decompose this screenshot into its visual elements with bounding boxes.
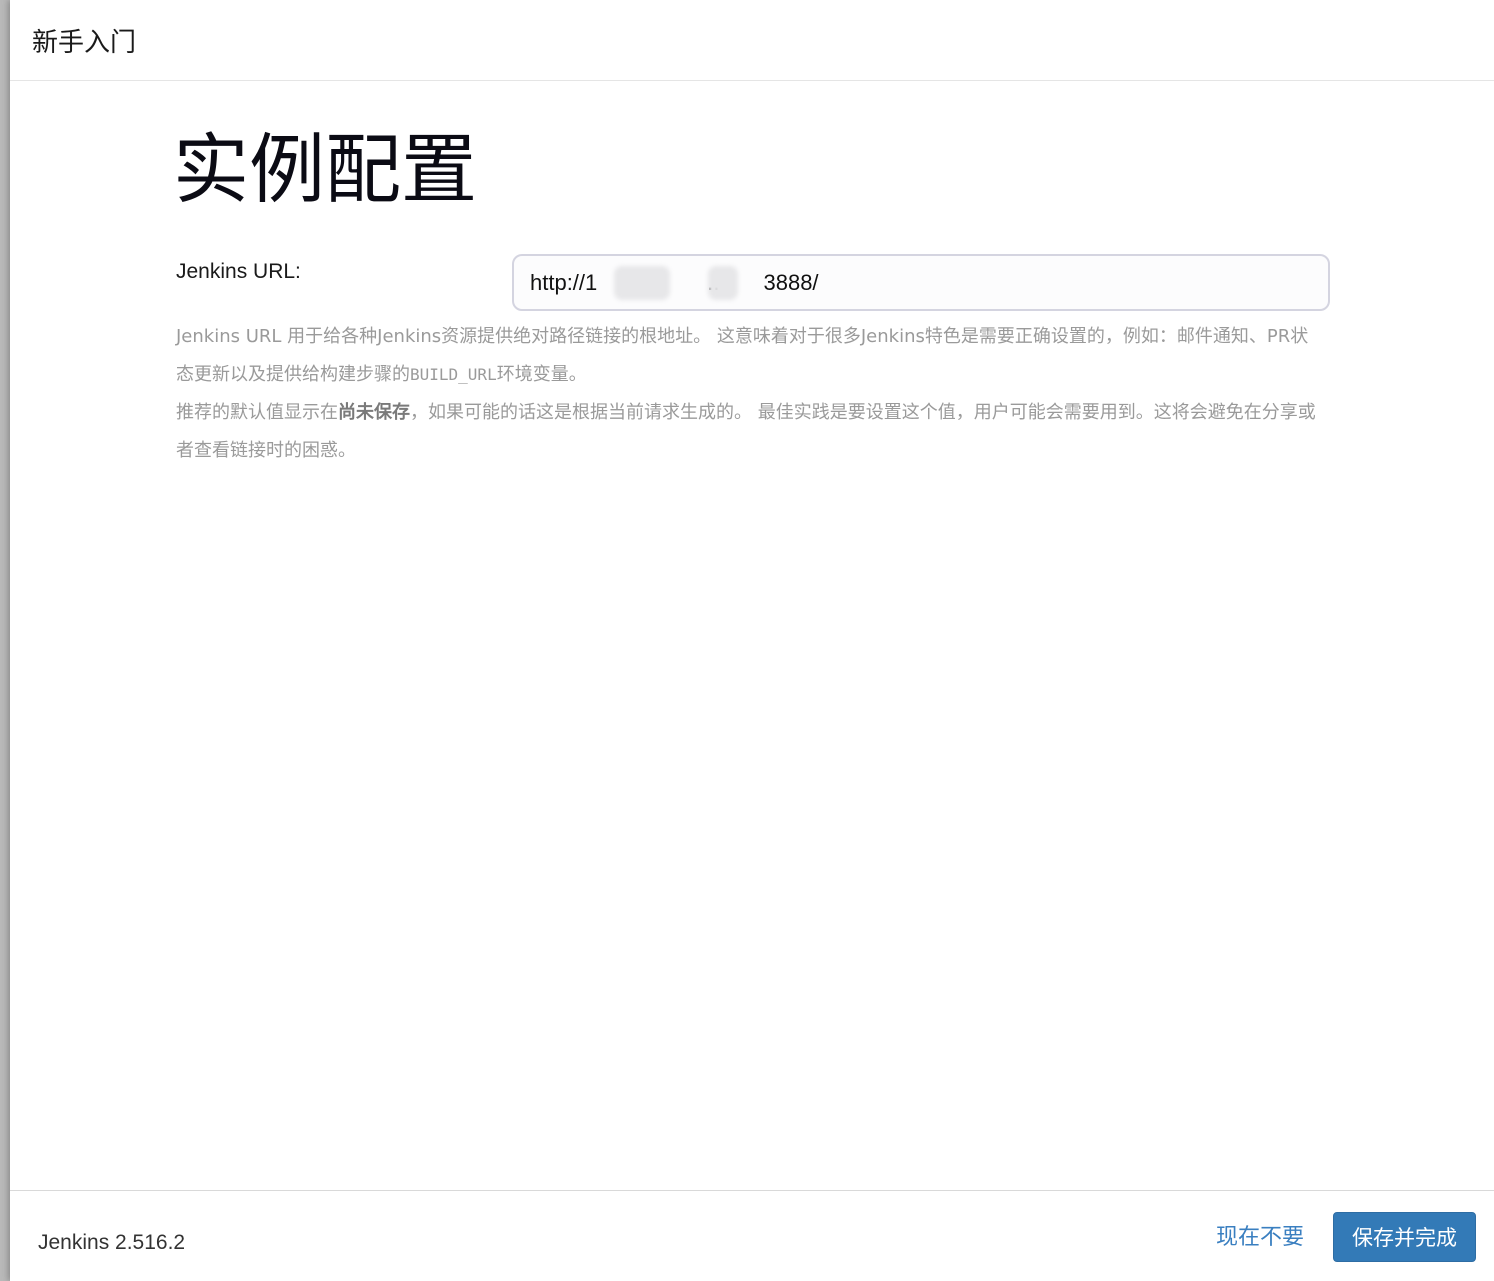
- setup-wizard-dialog: 新手入门 实例配置 Jenkins URL: Jenkins URL 用于给各种…: [10, 0, 1494, 1281]
- help-text: 推荐的默认值显示在: [176, 402, 338, 423]
- dialog-title: 新手入门: [32, 28, 137, 58]
- build-url-code: BUILD_URL: [410, 365, 497, 384]
- redaction-mask: [708, 266, 738, 300]
- jenkins-version: Jenkins 2.516.2: [38, 1231, 186, 1254]
- jenkins-url-help: Jenkins URL 用于给各种Jenkins资源提供绝对路径链接的根地址。 …: [176, 318, 1326, 470]
- page-title: 实例配置: [173, 125, 477, 214]
- not-now-link[interactable]: 现在不要: [1216, 1223, 1304, 1253]
- not-saved-emphasis: 尚未保存: [338, 402, 410, 423]
- dialog-header: 新手入门: [10, 0, 1494, 81]
- redaction-mask: [614, 266, 670, 300]
- help-paragraph: Jenkins URL 用于给各种Jenkins资源提供绝对路径链接的根地址。 …: [176, 318, 1326, 394]
- help-paragraph: 推荐的默认值显示在尚未保存，如果可能的话这是根据当前请求生成的。 最佳实践是要设…: [176, 394, 1326, 470]
- help-text: Jenkins URL 用于给各种Jenkins资源提供绝对路径链接的根地址。 …: [176, 326, 1309, 385]
- help-text: 环境变量。: [496, 364, 587, 385]
- jenkins-url-label: Jenkins URL:: [176, 260, 301, 283]
- dialog-footer: Jenkins 2.516.2 现在不要 保存并完成: [10, 1190, 1494, 1281]
- save-and-finish-button[interactable]: 保存并完成: [1333, 1212, 1476, 1262]
